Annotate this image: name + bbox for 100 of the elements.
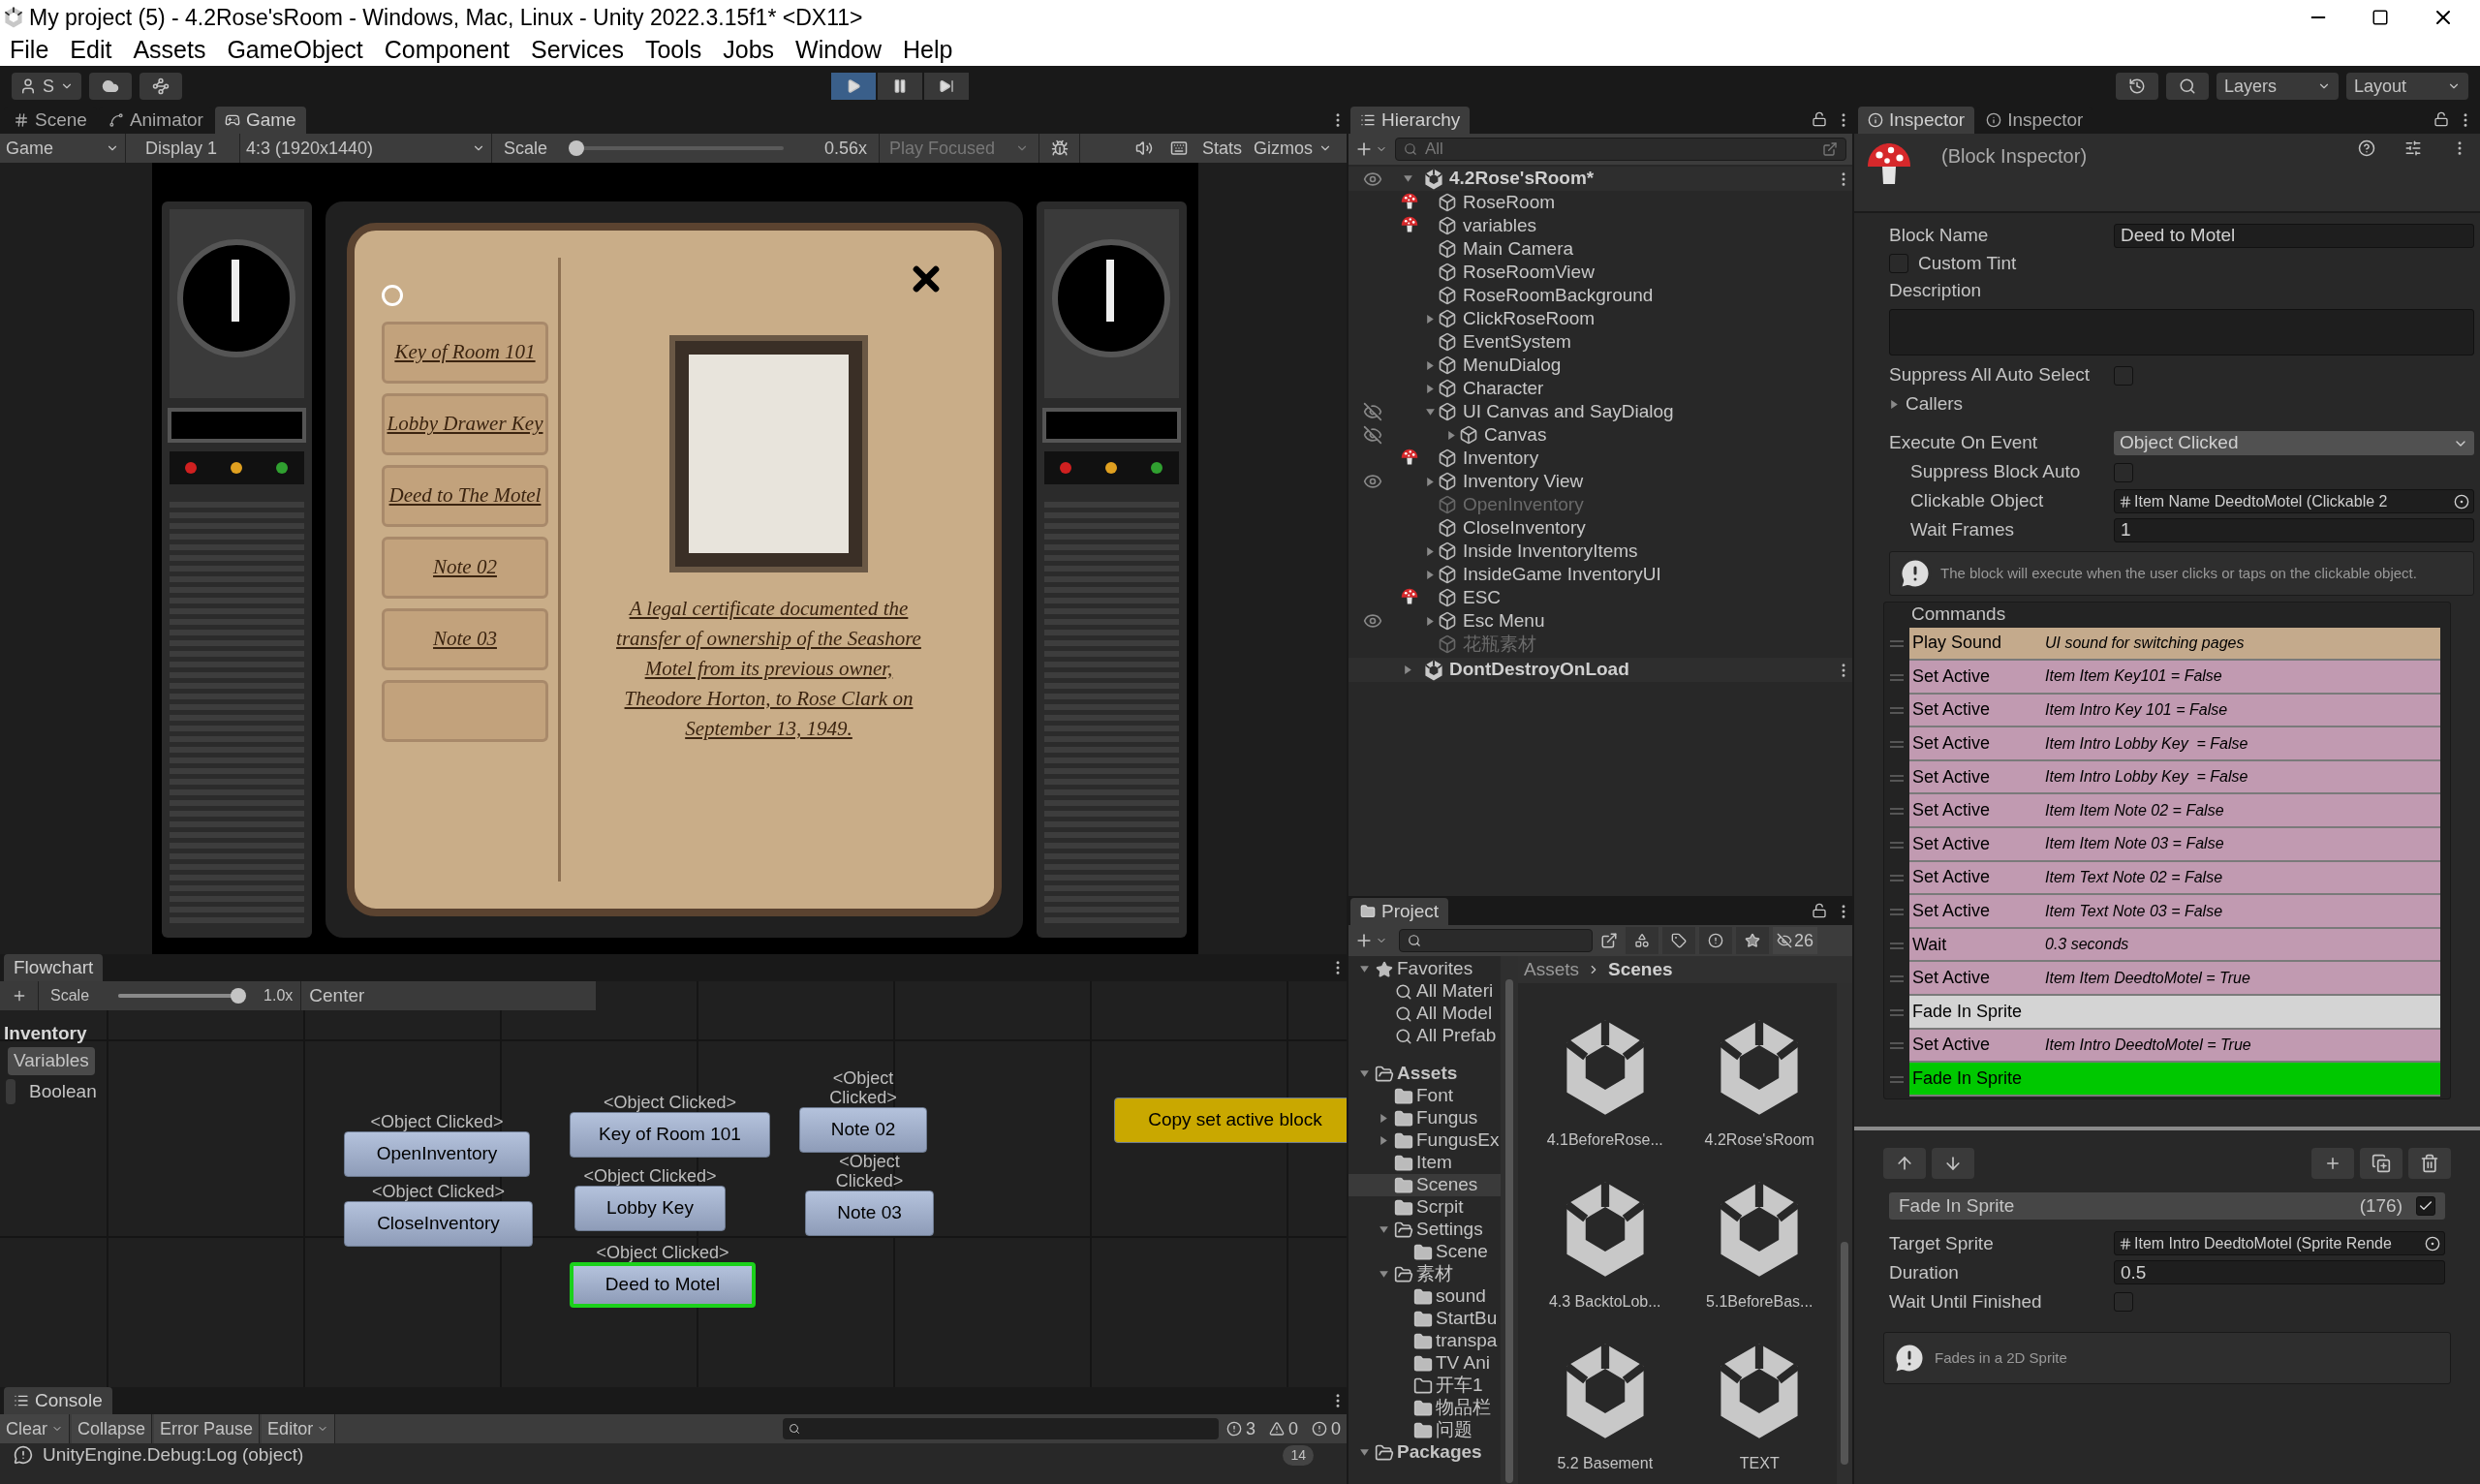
panel-tab[interactable]: Game <box>214 107 306 134</box>
lock-icon[interactable] <box>2434 111 2449 127</box>
checkbox[interactable] <box>2114 1291 2133 1312</box>
lock-icon[interactable] <box>1812 111 1827 127</box>
center-button[interactable]: Center <box>300 981 373 1010</box>
expand-arrow-icon[interactable] <box>1445 429 1457 441</box>
expand-arrow-icon[interactable] <box>1402 665 1413 675</box>
presets-icon[interactable] <box>2404 139 2422 157</box>
project-tree-item[interactable]: Favorites <box>1348 958 1501 980</box>
project-tree-item[interactable]: All Model <box>1348 1003 1501 1025</box>
flowchart-block[interactable]: Note 03 <box>805 1190 934 1236</box>
delete-button[interactable] <box>2408 1147 2451 1179</box>
graph-button[interactable] <box>140 73 182 100</box>
log-filter-button[interactable] <box>1699 927 1732 954</box>
help-icon[interactable] <box>2358 139 2375 157</box>
flowchart-block[interactable]: OpenInventory <box>344 1131 530 1177</box>
layers-dropdown[interactable]: Layers <box>2216 73 2339 100</box>
scene-file-name[interactable]: 4.1BeforeRose... <box>1546 1128 1663 1152</box>
error-count[interactable]: 0 <box>1306 1415 1347 1442</box>
command-row[interactable]: Set Active Item Text Note 03 = False <box>1909 895 2440 929</box>
object-field[interactable]: Item Intro DeedtoMotel (Sprite Rende <box>2114 1231 2445 1256</box>
command-row[interactable]: Set Active Item Item Note 02 = False <box>1909 794 2440 829</box>
command-row[interactable]: Set Active Item Intro DeedtoMotel = True <box>1909 1029 2440 1064</box>
flowchart-block[interactable]: Note 02 <box>799 1107 927 1153</box>
scene-file-name[interactable]: 4.2Rose'sRoom <box>1704 1128 1814 1152</box>
flowchart-block[interactable]: Copy set active block <box>1114 1098 1347 1143</box>
play-button[interactable] <box>831 73 876 100</box>
menu-item[interactable]: File <box>10 32 49 69</box>
search-field[interactable] <box>782 1418 1219 1439</box>
layout-dropdown[interactable]: Layout <box>2346 73 2468 100</box>
menu-item[interactable]: Edit <box>70 32 112 69</box>
expand-arrow-icon[interactable] <box>1378 1269 1389 1280</box>
gizmos-button[interactable]: Gizmos <box>1248 135 1319 162</box>
checkbox[interactable] <box>1889 254 1908 273</box>
project-tree-item[interactable]: FungusEx <box>1348 1129 1501 1152</box>
flowchart-block[interactable]: CloseInventory <box>344 1201 533 1247</box>
command-row[interactable]: Wait 0.3 seconds <box>1909 928 2440 963</box>
expand-arrow-icon[interactable] <box>1424 313 1436 325</box>
breadcrumb-item[interactable]: Scenes <box>1608 955 1673 984</box>
expand-arrow-icon[interactable] <box>1378 1113 1389 1124</box>
event-dropdown[interactable]: Object Clicked <box>2114 431 2474 455</box>
flowchart-block[interactable]: Lobby Key <box>574 1186 726 1231</box>
project-tree-item[interactable]: Scrpit <box>1348 1196 1501 1219</box>
maximize-icon[interactable] <box>2372 9 2389 26</box>
project-tree-item[interactable]: Scene <box>1348 1241 1501 1263</box>
expand-arrow-icon[interactable] <box>1378 1135 1389 1146</box>
panel-tab[interactable]: Hierarchy <box>1350 107 1471 134</box>
expand-arrow-icon[interactable] <box>1424 476 1436 487</box>
project-tree-item[interactable]: Font <box>1348 1085 1501 1107</box>
expand-arrow-icon[interactable] <box>1424 615 1436 627</box>
info-count[interactable]: 3 <box>1220 1415 1261 1442</box>
command-row[interactable]: Set Active Item Text Note 02 = False <box>1909 861 2440 896</box>
expand-arrow-icon[interactable] <box>1424 359 1436 371</box>
scene-name[interactable]: DontDestroyOnLoad <box>1449 656 1835 684</box>
console-button[interactable]: Collapse <box>72 1414 153 1443</box>
console-button[interactable]: Error Pause <box>154 1414 261 1443</box>
expand-arrow-icon[interactable] <box>1378 1224 1389 1235</box>
command-row[interactable]: Set Active Item Item Note 03 = False <box>1909 828 2440 862</box>
command-row[interactable]: Set Active Item Item Key101 = False <box>1909 661 2440 695</box>
project-tree-item[interactable]: StartBu <box>1348 1308 1501 1330</box>
cloud-button[interactable] <box>89 73 132 100</box>
warning-count[interactable]: 0 <box>1262 1415 1304 1442</box>
search-button[interactable] <box>2166 73 2209 100</box>
project-tree-item[interactable]: TV Ani <box>1348 1352 1501 1375</box>
console-button[interactable]: Editor <box>262 1414 336 1443</box>
eye-icon[interactable] <box>1363 472 1382 491</box>
scene-file-name[interactable]: TEXT <box>1739 1452 1780 1475</box>
inventory-slot[interactable]: Note 02 <box>382 537 548 599</box>
text-field[interactable]: 0.5 <box>2114 1260 2445 1285</box>
text-field[interactable]: Deed to Motel <box>2114 223 2474 248</box>
project-tree-item[interactable]: All Materi <box>1348 980 1501 1003</box>
pause-button[interactable] <box>878 73 922 100</box>
menu-item[interactable]: Tools <box>644 32 702 69</box>
command-row[interactable]: Set Active Item Item DeedtoMotel = True <box>1909 962 2440 997</box>
move-up-button[interactable] <box>1883 1147 1926 1179</box>
menu-item[interactable]: Component <box>384 32 510 69</box>
flowchart-block[interactable]: Key of Room 101 <box>570 1112 770 1158</box>
expand-arrow-icon[interactable] <box>1358 964 1370 974</box>
flowchart-block[interactable]: Deed to Motel <box>570 1262 756 1308</box>
label-filter-button[interactable] <box>1662 927 1695 954</box>
expand-arrow-icon[interactable] <box>1424 406 1436 417</box>
project-tree-item[interactable]: Assets <box>1348 1063 1501 1085</box>
history-button[interactable] <box>2116 73 2158 100</box>
hidden-eye-icon[interactable] <box>1363 425 1382 445</box>
inventory-slot[interactable]: Lobby Drawer Key <box>382 393 548 455</box>
project-tree-item[interactable]: 开车1 <box>1348 1375 1501 1397</box>
menu-item[interactable]: Jobs <box>723 32 775 69</box>
menu-item[interactable]: GameObject <box>227 32 363 69</box>
project-tree-item[interactable]: 问题 <box>1348 1419 1501 1441</box>
expand-arrow-icon[interactable] <box>1424 569 1436 580</box>
variables-tab[interactable]: Variables <box>8 1047 95 1075</box>
project-tree-item[interactable]: Item <box>1348 1152 1501 1174</box>
step-button[interactable] <box>924 73 969 100</box>
slider-thumb[interactable] <box>231 988 247 1004</box>
panel-tab[interactable]: Inspector <box>1858 107 1975 134</box>
menu-item[interactable]: Help <box>903 32 953 69</box>
lock-icon[interactable] <box>1812 903 1827 918</box>
account-button[interactable]: S <box>12 73 81 100</box>
expand-arrow-icon[interactable] <box>1358 1068 1370 1079</box>
text-field[interactable]: 1 <box>2114 518 2474 542</box>
